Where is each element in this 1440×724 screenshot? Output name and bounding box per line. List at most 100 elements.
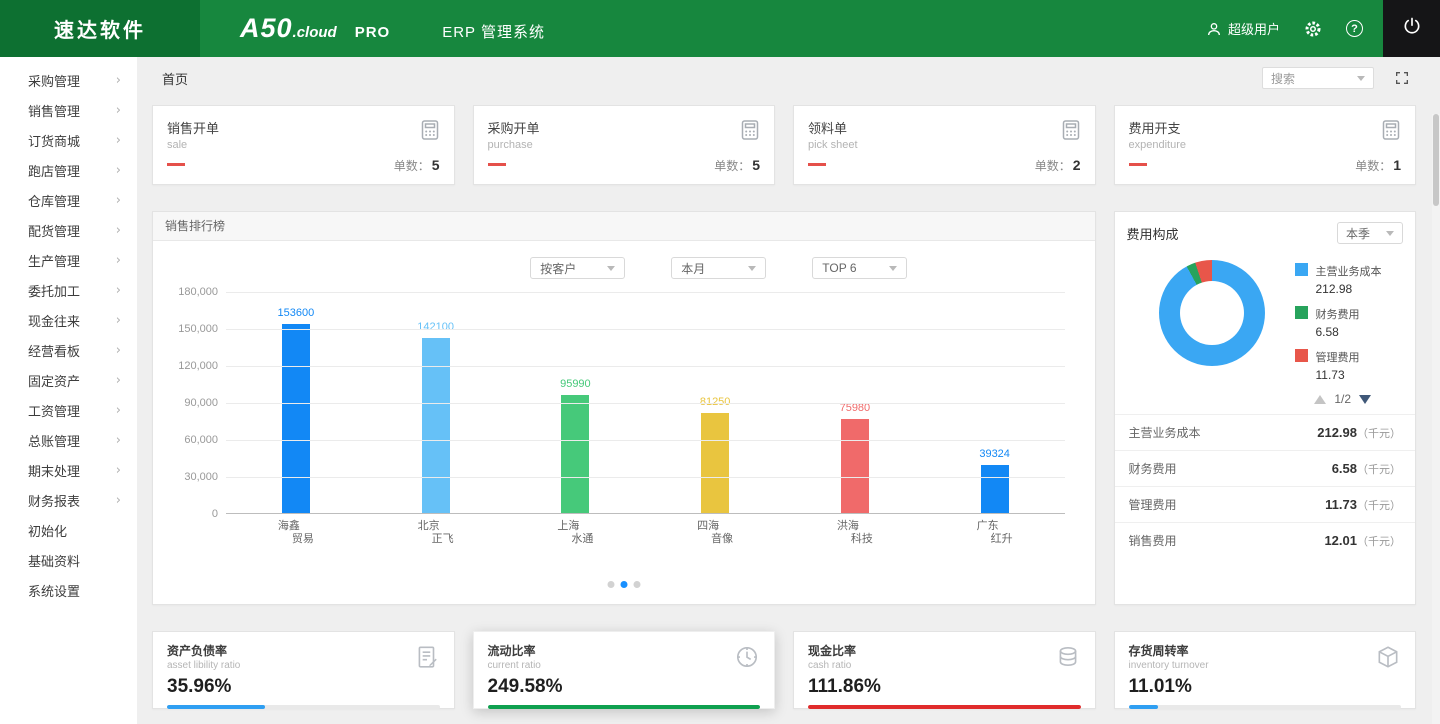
- stat-card[interactable]: 销售开单 sale 单数：5: [152, 105, 455, 185]
- report-icon: [414, 644, 440, 675]
- page-up-icon[interactable]: [1314, 395, 1326, 404]
- carousel-dot[interactable]: [607, 581, 614, 588]
- sidebar-item[interactable]: 现金往来 ›: [0, 305, 137, 335]
- y-axis-tick-label: 90,000: [160, 397, 218, 409]
- logo[interactable]: 速达软件: [0, 0, 200, 57]
- metric-card[interactable]: 流动比率 current ratio 249.58%: [473, 631, 776, 709]
- stat-cards-row: 销售开单 sale 单数：5 采购开单 purchase 单数：5 领料单 pi…: [152, 105, 1416, 185]
- expense-row: 管理费用 11.73（千元）: [1115, 486, 1416, 522]
- sidebar-item-label: 固定资产: [28, 371, 80, 390]
- fullscreen-icon[interactable]: [1394, 70, 1410, 86]
- calculator-icon: [1379, 118, 1403, 147]
- stat-card[interactable]: 领料单 pick sheet 单数：2: [793, 105, 1096, 185]
- sidebar-item-label: 系统设置: [28, 581, 80, 600]
- sidebar-item[interactable]: 初始化 ›: [0, 515, 137, 545]
- y-axis-tick-label: 150,000: [160, 323, 218, 335]
- sidebar-item[interactable]: 生产管理 ›: [0, 245, 137, 275]
- page-down-icon[interactable]: [1359, 395, 1371, 404]
- sidebar-item[interactable]: 工资管理 ›: [0, 395, 137, 425]
- sidebar-item[interactable]: 财务报表 ›: [0, 485, 137, 515]
- sidebar-item[interactable]: 销售管理 ›: [0, 95, 137, 125]
- sidebar-item-label: 跑店管理: [28, 161, 80, 180]
- scrollbar-thumb[interactable]: [1433, 114, 1439, 206]
- bar: [561, 395, 589, 513]
- gridline: [226, 329, 1065, 330]
- metric-progress-fill: [808, 705, 1081, 709]
- product-brand: A50 .cloud PRO ERP 管理系统: [240, 13, 545, 44]
- accent-dash: [808, 163, 826, 166]
- expense-name: 销售费用: [1129, 532, 1177, 549]
- legend-swatch: [1295, 349, 1308, 362]
- accent-dash: [167, 163, 185, 166]
- expense-unit: （千元）: [1357, 428, 1401, 440]
- legend-name: 财务费用: [1316, 309, 1360, 321]
- help-icon[interactable]: ?: [1346, 20, 1363, 37]
- metric-card[interactable]: 现金比率 cash ratio 111.86%: [793, 631, 1096, 709]
- bar-value-label: 39324: [979, 448, 1010, 460]
- search-select[interactable]: 搜索: [1262, 67, 1374, 89]
- period-select[interactable]: 本季: [1337, 222, 1403, 244]
- metric-progress-track: [1129, 705, 1402, 709]
- chevron-right-icon: ›: [116, 73, 121, 88]
- stat-title: 采购开单: [488, 118, 761, 137]
- sidebar-item[interactable]: 仓库管理 ›: [0, 185, 137, 215]
- sidebar-item[interactable]: 期末处理 ›: [0, 455, 137, 485]
- metric-card[interactable]: 资产负债率 asset libility ratio 35.96%: [152, 631, 455, 709]
- carousel-dots: [607, 581, 640, 588]
- pager-label: 1/2: [1334, 392, 1351, 406]
- period-select-value: 本季: [1346, 225, 1370, 242]
- user-menu[interactable]: 超级用户: [1206, 19, 1280, 38]
- sidebar-item[interactable]: 固定资产 ›: [0, 365, 137, 395]
- expense-row: 财务费用 6.58（千元）: [1115, 450, 1416, 486]
- user-name: 超级用户: [1228, 19, 1280, 38]
- gear-icon[interactable]: [1304, 20, 1322, 38]
- legend-pager: 1/2: [1115, 392, 1416, 406]
- stat-card[interactable]: 采购开单 purchase 单数：5: [473, 105, 776, 185]
- gridline: [226, 440, 1065, 441]
- power-button[interactable]: [1383, 0, 1440, 57]
- bar: [701, 413, 729, 513]
- filter-select-value: TOP 6: [822, 261, 856, 275]
- sidebar-item[interactable]: 委托加工 ›: [0, 275, 137, 305]
- clock-icon: [734, 644, 760, 675]
- gridline: [226, 477, 1065, 478]
- expense-value: 6.58（千元）: [1332, 461, 1401, 477]
- expense-unit: （千元）: [1357, 464, 1401, 476]
- filter-select[interactable]: 按客户: [530, 257, 625, 279]
- stat-card[interactable]: 费用开支 expenditure 单数：1: [1114, 105, 1417, 185]
- chevron-right-icon: ›: [116, 403, 121, 418]
- metric-title: 现金比率: [808, 642, 1081, 659]
- breadcrumb-home[interactable]: 首页: [162, 69, 188, 88]
- sidebar-item-label: 现金往来: [28, 311, 80, 330]
- chevron-right-icon: ›: [116, 343, 121, 358]
- sidebar-item[interactable]: 经营看板 ›: [0, 335, 137, 365]
- sidebar-item[interactable]: 系统设置 ›: [0, 575, 137, 605]
- panel-title: 销售排行榜: [153, 212, 1095, 241]
- gridline: [226, 292, 1065, 293]
- sidebar-item[interactable]: 跑店管理 ›: [0, 155, 137, 185]
- chevron-right-icon: ›: [116, 133, 121, 148]
- carousel-dot[interactable]: [633, 581, 640, 588]
- app-header: 速达软件 A50 .cloud PRO ERP 管理系统 超级用户 ?: [0, 0, 1440, 57]
- stat-count: 单数：1: [1355, 157, 1401, 174]
- filter-select-value: 按客户: [540, 260, 576, 277]
- sidebar-item[interactable]: 采购管理 ›: [0, 65, 137, 95]
- sidebar: 采购管理 › 销售管理 › 订货商城 › 跑店管理 › 仓库管理 › 配货管理 …: [0, 57, 137, 724]
- calculator-icon: [418, 118, 442, 147]
- stat-subtitle: purchase: [488, 139, 761, 151]
- filter-select-value: 本月: [681, 260, 705, 277]
- bar-category-label: 海鑫贸易: [226, 513, 366, 546]
- sidebar-item[interactable]: 基础资料 ›: [0, 545, 137, 575]
- scrollbar: [1432, 114, 1440, 724]
- sidebar-item-label: 期末处理: [28, 461, 80, 480]
- donut-legend: 主营业务成本212.98 财务费用6.58 管理费用11.73: [1295, 262, 1382, 391]
- sidebar-item[interactable]: 配货管理 ›: [0, 215, 137, 245]
- carousel-dot[interactable]: [620, 581, 627, 588]
- bar-value-label: 153600: [278, 307, 315, 319]
- sidebar-item[interactable]: 总账管理 ›: [0, 425, 137, 455]
- filter-select[interactable]: 本月: [671, 257, 766, 279]
- sidebar-item[interactable]: 订货商城 ›: [0, 125, 137, 155]
- legend-item: 管理费用11.73: [1295, 348, 1382, 382]
- filter-select[interactable]: TOP 6: [812, 257, 907, 279]
- metric-card[interactable]: 存货周转率 inventory turnover 11.01%: [1114, 631, 1417, 709]
